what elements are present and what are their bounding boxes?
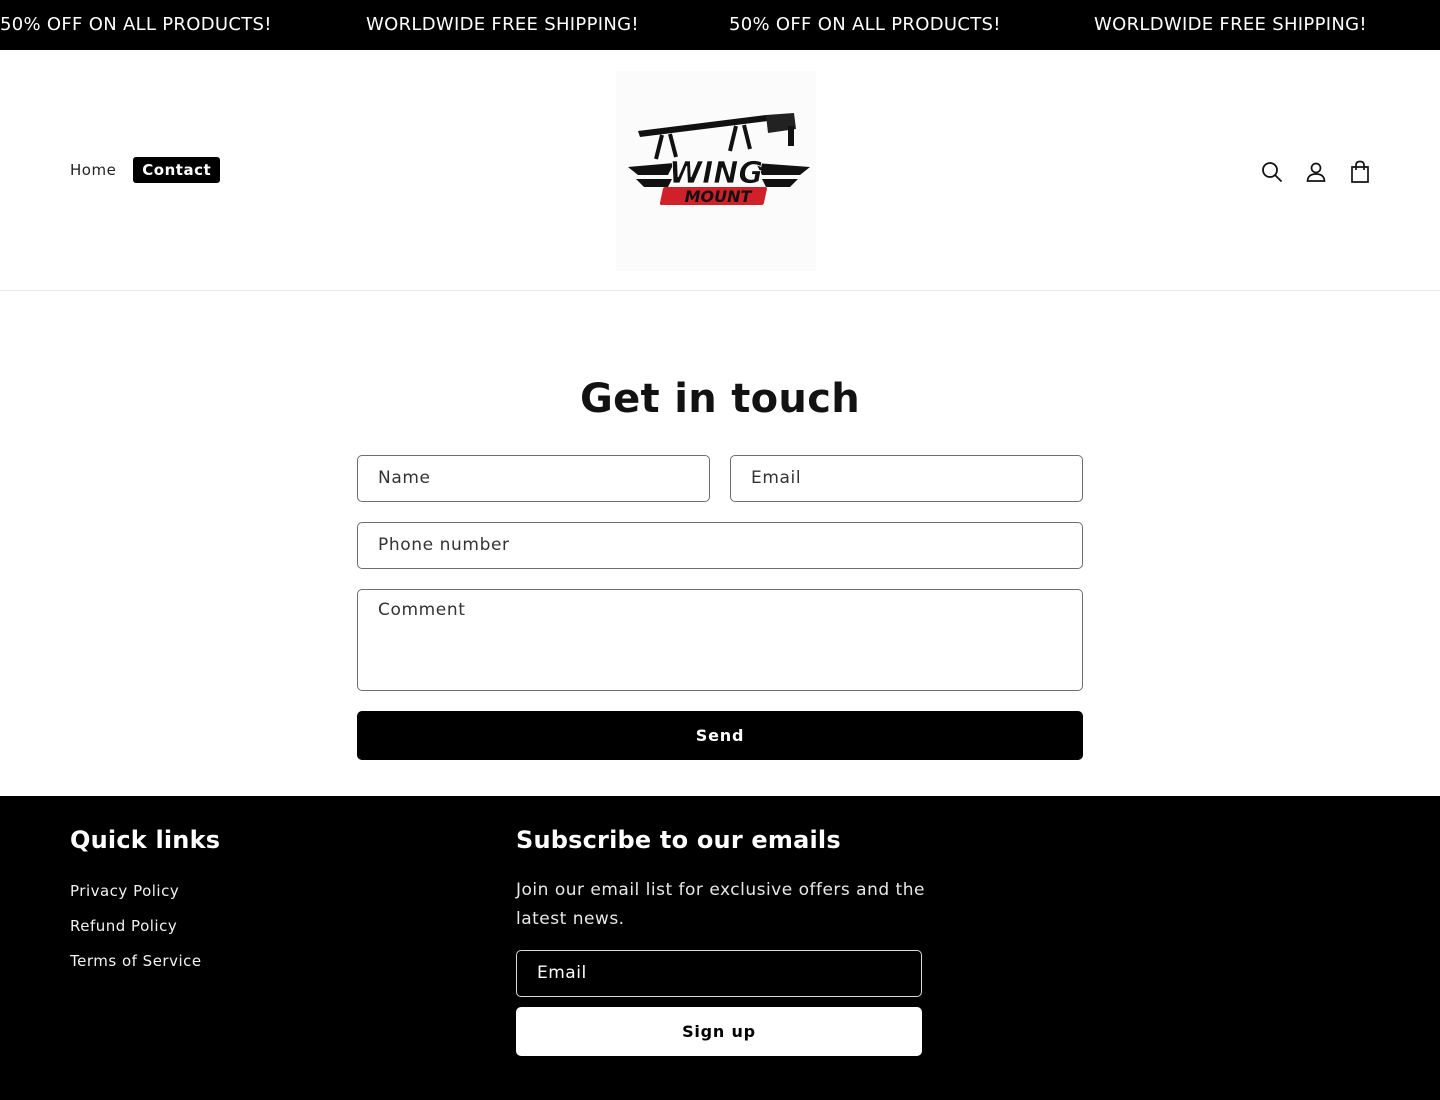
account-icon[interactable] [1302,158,1330,186]
site-logo[interactable]: WING MOUNT [616,71,816,271]
footer-link-refund-policy[interactable]: Refund Policy [70,917,177,935]
wing-mount-logo: WING MOUNT [628,113,810,206]
search-icon[interactable] [1258,158,1286,186]
site-header: Home Contact WING MOUNT [0,50,1440,291]
announcement-message: WORLDWIDE FREE SHIPPING! [1094,14,1367,35]
main-nav: Home Contact [62,157,229,183]
quick-links-heading: Quick links [70,826,221,854]
announcement-message: 50% OFF ON ALL PRODUCTS! [0,14,272,35]
nav-link-home[interactable]: Home [62,157,124,183]
sign-up-button[interactable]: Sign up [516,1007,922,1056]
subscribe-description: Join our email list for exclusive offers… [516,880,925,929]
name-input[interactable]: Name [357,455,710,502]
logo-text-wing: WING [669,156,763,191]
email-input[interactable]: Email [730,455,1083,502]
comment-textarea[interactable]: Comment [357,589,1083,691]
nav-link-contact[interactable]: Contact [133,157,221,183]
subscribe-heading: Subscribe to our emails [516,826,841,854]
announcement-message: WORLDWIDE FREE SHIPPING! [366,14,639,35]
send-button[interactable]: Send [357,711,1083,760]
newsletter-email-input[interactable]: Email [516,950,922,997]
footer-link-privacy-policy[interactable]: Privacy Policy [70,882,179,900]
announcement-message: 50% OFF ON ALL PRODUCTS! [729,14,1001,35]
logo-text-mount: MOUNT [685,187,753,206]
header-icons [1258,158,1390,186]
footer-link-terms-of-service[interactable]: Terms of Service [70,952,202,970]
page-title: Get in touch [580,376,860,422]
announcement-bar: 50% OFF ON ALL PRODUCTS! WORLDWIDE FREE … [0,0,1440,50]
phone-input[interactable]: Phone number [357,522,1083,569]
cart-icon[interactable] [1346,158,1374,186]
